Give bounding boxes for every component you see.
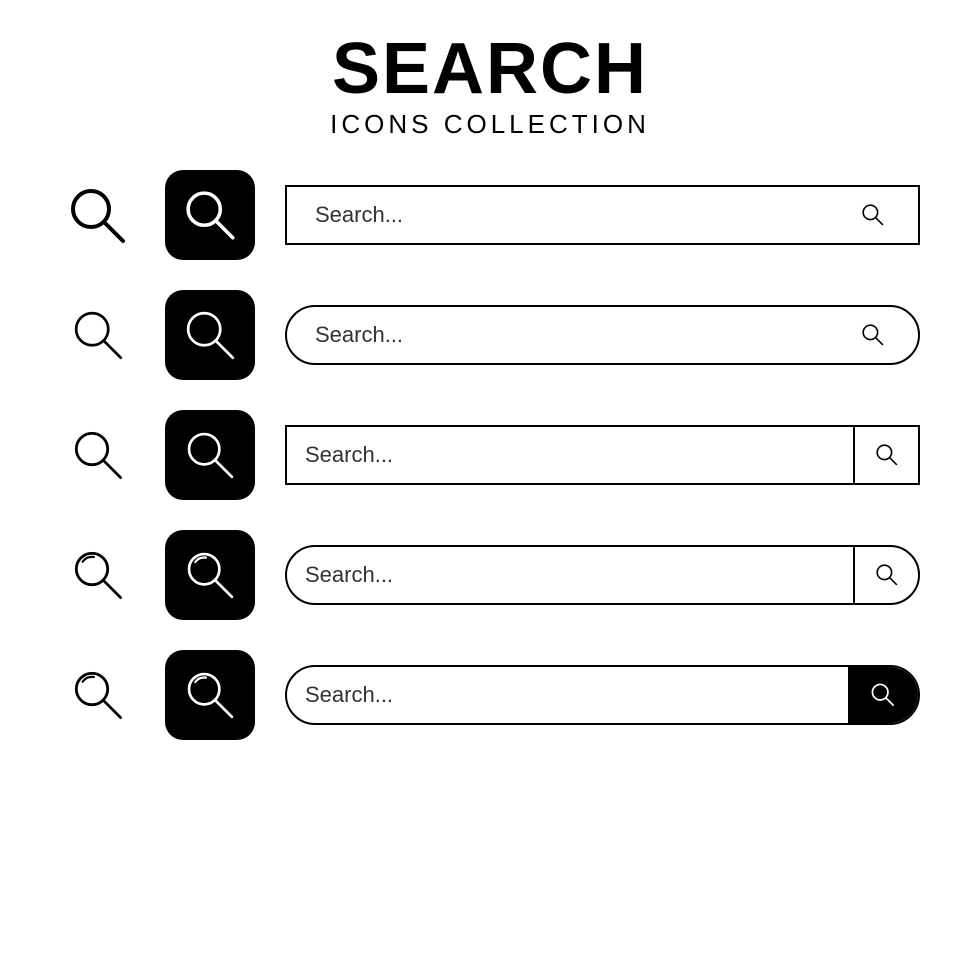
icons-collection: Search... [60, 170, 920, 740]
magnify-outline-2 [60, 298, 135, 373]
magnify-outline-3 [60, 418, 135, 493]
magnify-filled-4 [165, 530, 255, 620]
magnify-outline-5 [60, 658, 135, 733]
magnify-filled-3 [165, 410, 255, 500]
row-5: Search... [60, 650, 920, 740]
search-black-btn-5[interactable] [848, 667, 918, 723]
search-bar-divider-4 [853, 547, 918, 603]
magnify-outline-4 [60, 538, 135, 613]
page-title: SEARCH [330, 30, 650, 109]
magnify-outline-1 [60, 178, 135, 253]
search-placeholder-5: Search... [305, 682, 848, 708]
search-text-section-5: Search... [287, 682, 848, 708]
search-bar-5[interactable]: Search... [285, 665, 920, 725]
page-subtitle: ICONS COLLECTION [330, 109, 650, 140]
page-header: SEARCH ICONS COLLECTION [330, 30, 650, 140]
row-1: Search... [60, 170, 920, 260]
search-bar-3[interactable]: Search... [285, 425, 920, 485]
row-4: Search... [60, 530, 920, 620]
search-bar-icon-2 [860, 322, 900, 348]
search-bar-divider-3 [853, 427, 918, 483]
magnify-filled-5 [165, 650, 255, 740]
row-2: Search... [60, 290, 920, 380]
search-bar-2[interactable]: Search... [285, 305, 920, 365]
search-placeholder-4: Search... [287, 562, 853, 588]
search-bar-4[interactable]: Search... [285, 545, 920, 605]
search-placeholder-3: Search... [287, 442, 853, 468]
search-bar-icon-1 [860, 202, 900, 228]
magnify-filled-1 [165, 170, 255, 260]
row-3: Search... [60, 410, 920, 500]
search-placeholder-2: Search... [305, 322, 860, 348]
search-bar-1[interactable]: Search... [285, 185, 920, 245]
magnify-filled-2 [165, 290, 255, 380]
search-placeholder-1: Search... [305, 202, 860, 228]
